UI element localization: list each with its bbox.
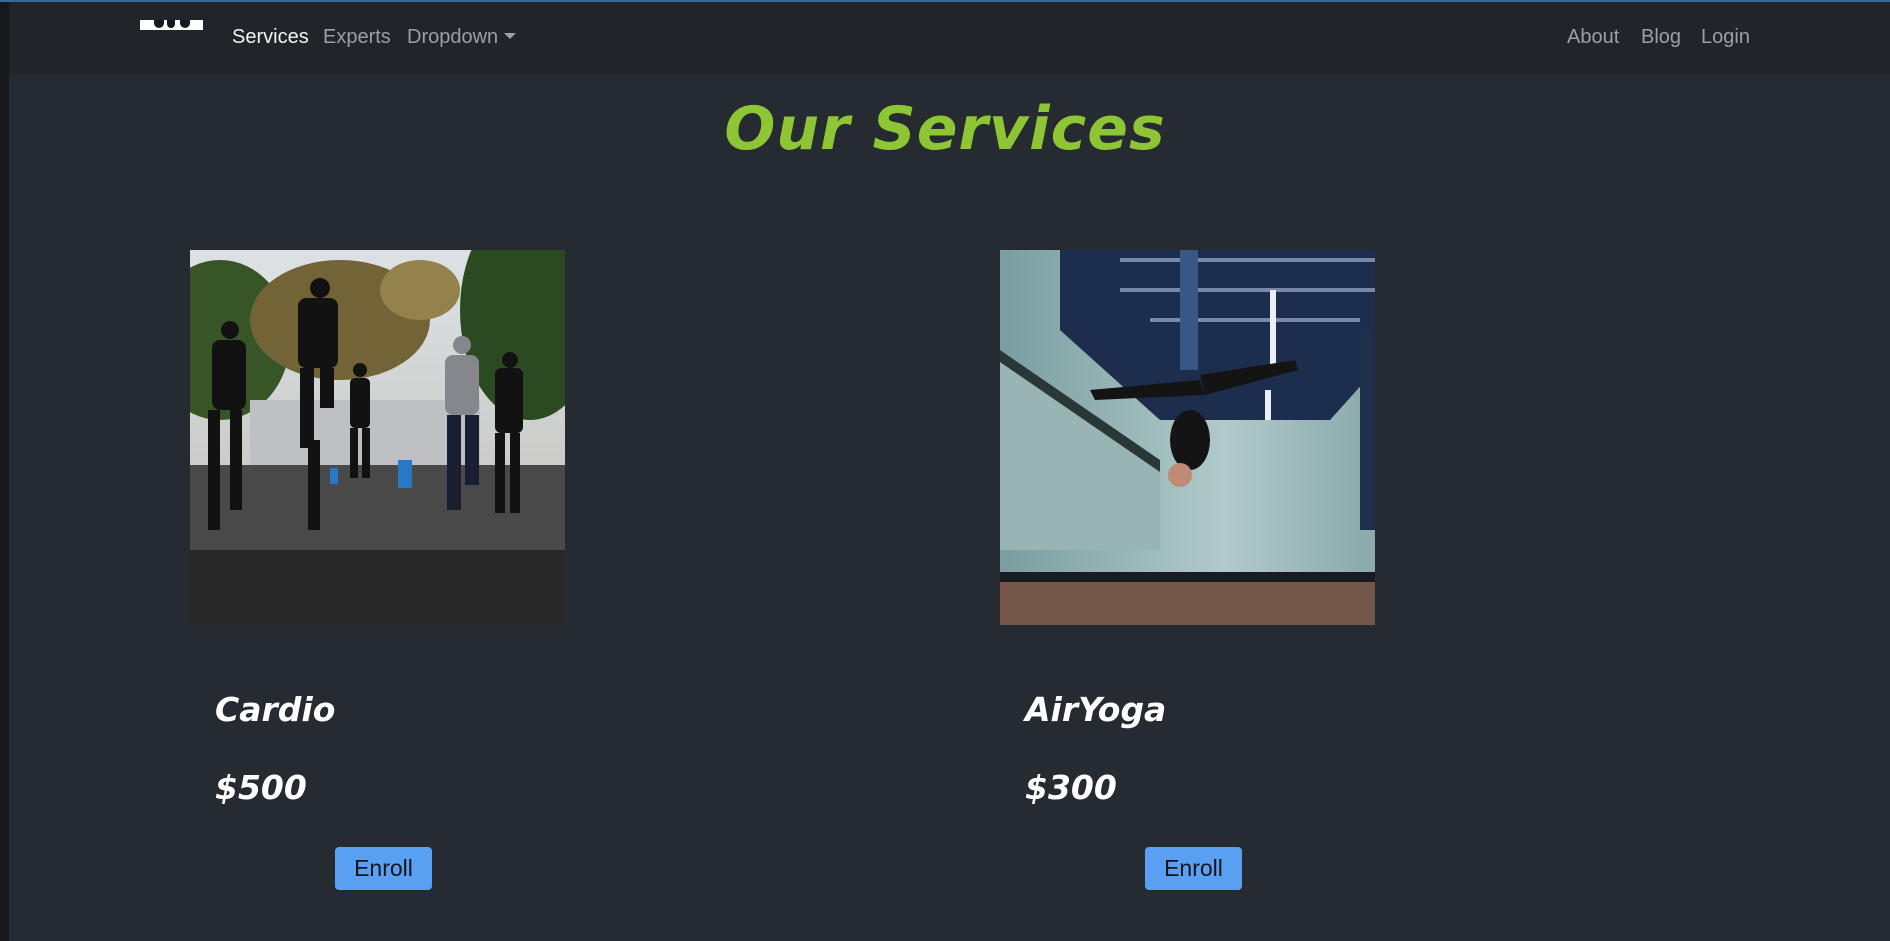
nav-link-experts[interactable]: Experts (323, 26, 391, 49)
cardio-image (190, 250, 565, 625)
nav-link-services[interactable]: Services (232, 26, 309, 49)
cardio-enroll-button[interactable]: Enroll (335, 847, 432, 890)
caret-down-icon (504, 32, 517, 39)
nav-link-blog[interactable]: Blog (1641, 26, 1681, 49)
airyoga-image (1000, 250, 1375, 625)
cardio-price: $500 (215, 768, 307, 807)
nav-dropdown-toggle[interactable]: Dropdown (407, 26, 517, 49)
navbar: Services Experts Dropdown About Blog Log… (9, 2, 1890, 74)
page-title: Our Services (724, 94, 1166, 164)
nav-dropdown-label: Dropdown (407, 26, 499, 48)
nav-link-login[interactable]: Login (1701, 26, 1750, 49)
airyoga-enroll-button[interactable]: Enroll (1145, 847, 1242, 890)
nav-link-about[interactable]: About (1567, 26, 1619, 49)
brand-logo[interactable] (140, 20, 203, 30)
cardio-title: Cardio (215, 690, 336, 729)
page-frame: Services Experts Dropdown About Blog Log… (0, 0, 1890, 941)
airyoga-title: AirYoga (1025, 690, 1167, 729)
airyoga-price: $300 (1025, 768, 1117, 807)
